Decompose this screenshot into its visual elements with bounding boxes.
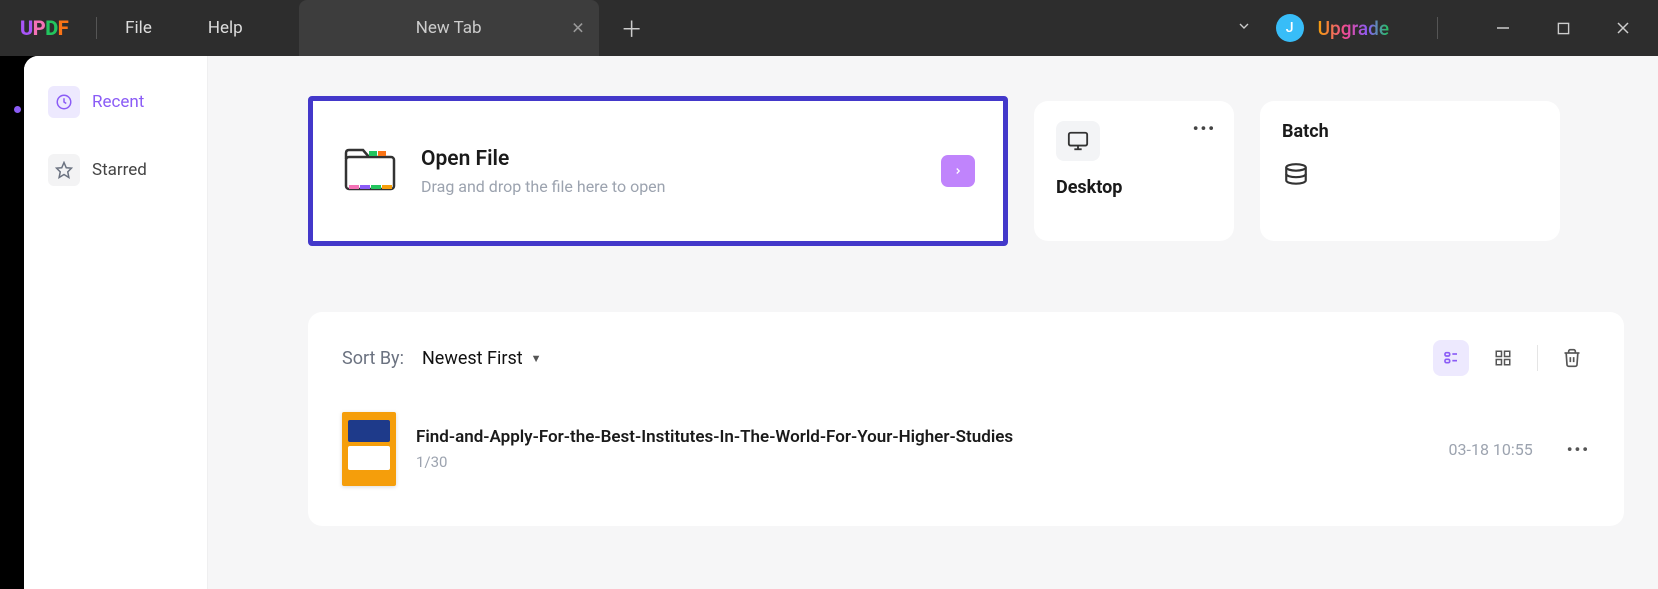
open-file-dropzone[interactable]: Open File Drag and drop the file here to… [308, 96, 1008, 246]
file-thumbnail [342, 412, 396, 486]
menu-file[interactable]: File [125, 18, 152, 38]
indicator-dot [14, 106, 21, 113]
close-icon[interactable]: ✕ [571, 19, 584, 38]
file-name: Find-and-Apply-For-the-Best-Institutes-I… [416, 427, 1013, 447]
chevron-down-icon: ▼ [531, 352, 542, 365]
add-tab-button[interactable]: ＋ [617, 12, 647, 44]
monitor-icon [1056, 121, 1100, 161]
open-file-button[interactable] [941, 155, 975, 187]
grid-view-button[interactable] [1485, 340, 1521, 376]
sort-by-label: Sort By: [342, 348, 404, 369]
divider [96, 17, 97, 39]
file-list-panel: Sort By: Newest First ▼ [308, 312, 1624, 526]
minimize-button[interactable] [1480, 8, 1526, 48]
sidebar: Recent Starred [24, 56, 208, 589]
sidebar-item-starred[interactable]: Starred [38, 144, 193, 196]
file-date: 03-18 10:55 [1449, 440, 1533, 459]
tab-new[interactable]: New Tab ✕ [299, 0, 599, 56]
sort-dropdown[interactable]: Newest First ▼ [422, 348, 542, 369]
chevron-down-icon[interactable] [1226, 12, 1262, 44]
titlebar: UPDF File Help New Tab ✕ ＋ J Upgrade [0, 0, 1658, 56]
tab-label: New Tab [416, 18, 482, 38]
batch-card[interactable]: Batch [1260, 101, 1560, 241]
menu-help[interactable]: Help [208, 18, 243, 38]
star-icon [48, 154, 80, 186]
file-page-count: 1/30 [416, 453, 1013, 471]
main-area: Open File Drag and drop the file here to… [208, 56, 1658, 589]
sidebar-item-label: Starred [92, 160, 147, 180]
sidebar-item-recent[interactable]: Recent [38, 76, 193, 128]
tab-strip: New Tab ✕ ＋ [299, 0, 647, 56]
maximize-button[interactable] [1540, 8, 1586, 48]
more-icon[interactable]: ••• [1193, 119, 1216, 138]
file-row[interactable]: Find-and-Apply-For-the-Best-Institutes-I… [342, 412, 1590, 486]
upgrade-button[interactable]: Upgrade [1318, 17, 1389, 40]
app-logo: UPDF [20, 16, 68, 40]
list-view-button[interactable] [1433, 340, 1469, 376]
open-file-subtitle: Drag and drop the file here to open [421, 177, 666, 196]
close-button[interactable] [1600, 8, 1646, 48]
card-label: Batch [1282, 121, 1538, 142]
folder-icon [343, 145, 397, 197]
trash-button[interactable] [1554, 340, 1590, 376]
sidebar-item-label: Recent [92, 92, 144, 112]
divider [1437, 17, 1438, 39]
clock-icon [48, 86, 80, 118]
more-icon[interactable]: ••• [1567, 440, 1590, 459]
divider [1537, 345, 1538, 371]
desktop-card[interactable]: ••• Desktop [1034, 101, 1234, 241]
card-label: Desktop [1056, 177, 1212, 198]
stack-icon [1282, 162, 1538, 192]
open-file-title: Open File [421, 147, 666, 171]
avatar[interactable]: J [1276, 14, 1304, 42]
sort-value: Newest First [422, 348, 523, 369]
workspace: Recent Starred [24, 56, 1658, 589]
